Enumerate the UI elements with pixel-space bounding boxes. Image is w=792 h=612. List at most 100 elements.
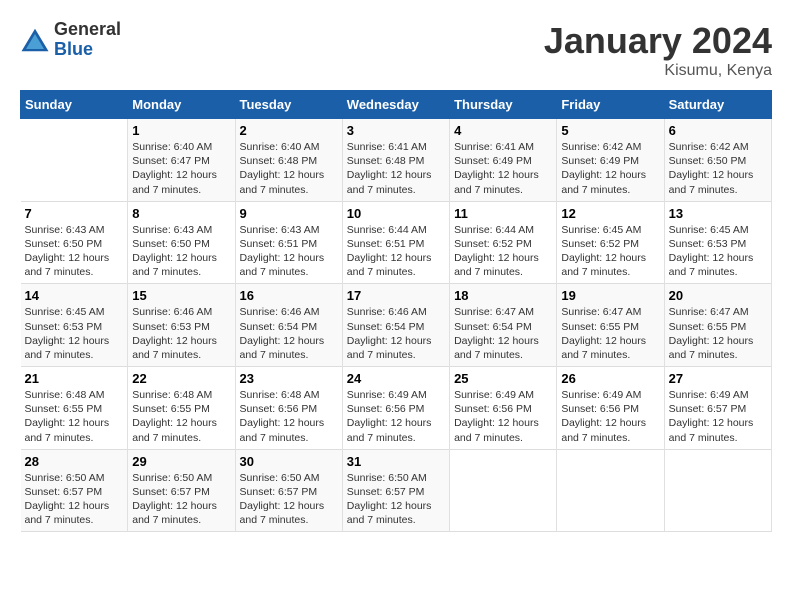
- calendar-cell: 18 Sunrise: 6:47 AM Sunset: 6:54 PM Dayli…: [450, 284, 557, 367]
- header-day-wednesday: Wednesday: [342, 91, 449, 119]
- day-info: Sunrise: 6:43 AM Sunset: 6:51 PM Dayligh…: [240, 223, 338, 280]
- calendar-cell: 15 Sunrise: 6:46 AM Sunset: 6:53 PM Dayli…: [128, 284, 235, 367]
- day-number: 16: [240, 288, 338, 303]
- day-number: 1: [132, 123, 230, 138]
- day-info: Sunrise: 6:49 AM Sunset: 6:56 PM Dayligh…: [454, 388, 552, 445]
- day-info: Sunrise: 6:47 AM Sunset: 6:55 PM Dayligh…: [669, 305, 767, 362]
- calendar-table: SundayMondayTuesdayWednesdayThursdayFrid…: [20, 90, 772, 532]
- calendar-cell: 20 Sunrise: 6:47 AM Sunset: 6:55 PM Dayli…: [664, 284, 771, 367]
- calendar-cell: 11Sunrise: 6:44 AM Sunset: 6:52 PM Dayli…: [450, 201, 557, 284]
- calendar-cell: 30Sunrise: 6:50 AM Sunset: 6:57 PM Dayli…: [235, 449, 342, 532]
- calendar-cell: 14 Sunrise: 6:45 AM Sunset: 6:53 PM Dayli…: [21, 284, 128, 367]
- calendar-cell: 12 Sunrise: 6:45 AM Sunset: 6:52 PM Dayli…: [557, 201, 664, 284]
- day-info: Sunrise: 6:50 AM Sunset: 6:57 PM Dayligh…: [347, 471, 445, 528]
- header-day-saturday: Saturday: [664, 91, 771, 119]
- calendar-cell: 25Sunrise: 6:49 AM Sunset: 6:56 PM Dayli…: [450, 367, 557, 450]
- logo-general: General: [54, 20, 121, 40]
- day-info: Sunrise: 6:49 AM Sunset: 6:56 PM Dayligh…: [561, 388, 659, 445]
- day-number: 7: [25, 206, 124, 221]
- day-info: Sunrise: 6:48 AM Sunset: 6:55 PM Dayligh…: [25, 388, 124, 445]
- page-header: General Blue January 2024 Kisumu, Kenya: [20, 20, 772, 80]
- day-info: Sunrise: 6:42 AM Sunset: 6:49 PM Dayligh…: [561, 140, 659, 197]
- day-info: Sunrise: 6:40 AM Sunset: 6:48 PM Dayligh…: [240, 140, 338, 197]
- logo-text: General Blue: [54, 20, 121, 60]
- day-number: 27: [669, 371, 767, 386]
- day-info: Sunrise: 6:48 AM Sunset: 6:55 PM Dayligh…: [132, 388, 230, 445]
- day-number: 19: [561, 288, 659, 303]
- day-number: 22: [132, 371, 230, 386]
- day-number: 29: [132, 454, 230, 469]
- calendar-cell: 24 Sunrise: 6:49 AM Sunset: 6:56 PM Dayli…: [342, 367, 449, 450]
- day-number: 17: [347, 288, 445, 303]
- calendar-cell: 16 Sunrise: 6:46 AM Sunset: 6:54 PM Dayli…: [235, 284, 342, 367]
- calendar-week-3: 14 Sunrise: 6:45 AM Sunset: 6:53 PM Dayli…: [21, 284, 772, 367]
- day-info: Sunrise: 6:42 AM Sunset: 6:50 PM Dayligh…: [669, 140, 767, 197]
- day-info: Sunrise: 6:49 AM Sunset: 6:56 PM Dayligh…: [347, 388, 445, 445]
- calendar-cell: 3Sunrise: 6:41 AM Sunset: 6:48 PM Daylig…: [342, 119, 449, 202]
- header-day-tuesday: Tuesday: [235, 91, 342, 119]
- calendar-cell: [664, 449, 771, 532]
- day-info: Sunrise: 6:50 AM Sunset: 6:57 PM Dayligh…: [132, 471, 230, 528]
- day-info: Sunrise: 6:45 AM Sunset: 6:53 PM Dayligh…: [669, 223, 767, 280]
- title-area: January 2024 Kisumu, Kenya: [544, 20, 772, 80]
- header-day-thursday: Thursday: [450, 91, 557, 119]
- day-info: Sunrise: 6:50 AM Sunset: 6:57 PM Dayligh…: [25, 471, 124, 528]
- calendar-cell: 2 Sunrise: 6:40 AM Sunset: 6:48 PM Daylig…: [235, 119, 342, 202]
- header-row: SundayMondayTuesdayWednesdayThursdayFrid…: [21, 91, 772, 119]
- day-number: 10: [347, 206, 445, 221]
- logo: General Blue: [20, 20, 121, 60]
- day-number: 12: [561, 206, 659, 221]
- calendar-cell: 10 Sunrise: 6:44 AM Sunset: 6:51 PM Dayli…: [342, 201, 449, 284]
- calendar-week-1: 1 Sunrise: 6:40 AM Sunset: 6:47 PM Daylig…: [21, 119, 772, 202]
- day-number: 26: [561, 371, 659, 386]
- day-number: 13: [669, 206, 767, 221]
- day-number: 18: [454, 288, 552, 303]
- calendar-cell: 9Sunrise: 6:43 AM Sunset: 6:51 PM Daylig…: [235, 201, 342, 284]
- calendar-header: SundayMondayTuesdayWednesdayThursdayFrid…: [21, 91, 772, 119]
- day-info: Sunrise: 6:43 AM Sunset: 6:50 PM Dayligh…: [25, 223, 124, 280]
- day-info: Sunrise: 6:49 AM Sunset: 6:57 PM Dayligh…: [669, 388, 767, 445]
- day-number: 14: [25, 288, 124, 303]
- calendar-cell: 27 Sunrise: 6:49 AM Sunset: 6:57 PM Dayli…: [664, 367, 771, 450]
- calendar-cell: 31 Sunrise: 6:50 AM Sunset: 6:57 PM Dayli…: [342, 449, 449, 532]
- day-number: 5: [561, 123, 659, 138]
- day-number: 21: [25, 371, 124, 386]
- header-day-sunday: Sunday: [21, 91, 128, 119]
- day-info: Sunrise: 6:45 AM Sunset: 6:53 PM Dayligh…: [25, 305, 124, 362]
- calendar-week-4: 21 Sunrise: 6:48 AM Sunset: 6:55 PM Dayli…: [21, 367, 772, 450]
- month-title: January 2024: [544, 20, 772, 62]
- day-number: 31: [347, 454, 445, 469]
- day-number: 4: [454, 123, 552, 138]
- day-number: 20: [669, 288, 767, 303]
- day-number: 6: [669, 123, 767, 138]
- calendar-cell: 22 Sunrise: 6:48 AM Sunset: 6:55 PM Dayli…: [128, 367, 235, 450]
- day-number: 15: [132, 288, 230, 303]
- day-info: Sunrise: 6:43 AM Sunset: 6:50 PM Dayligh…: [132, 223, 230, 280]
- calendar-cell: [450, 449, 557, 532]
- calendar-cell: 19Sunrise: 6:47 AM Sunset: 6:55 PM Dayli…: [557, 284, 664, 367]
- day-info: Sunrise: 6:46 AM Sunset: 6:54 PM Dayligh…: [240, 305, 338, 362]
- day-number: 2: [240, 123, 338, 138]
- day-number: 11: [454, 206, 552, 221]
- location: Kisumu, Kenya: [544, 62, 772, 80]
- calendar-week-2: 7 Sunrise: 6:43 AM Sunset: 6:50 PM Daylig…: [21, 201, 772, 284]
- day-info: Sunrise: 6:50 AM Sunset: 6:57 PM Dayligh…: [240, 471, 338, 528]
- calendar-cell: 6 Sunrise: 6:42 AM Sunset: 6:50 PM Daylig…: [664, 119, 771, 202]
- day-number: 8: [132, 206, 230, 221]
- calendar-cell: 7 Sunrise: 6:43 AM Sunset: 6:50 PM Daylig…: [21, 201, 128, 284]
- calendar-cell: [557, 449, 664, 532]
- calendar-week-5: 28Sunrise: 6:50 AM Sunset: 6:57 PM Dayli…: [21, 449, 772, 532]
- day-info: Sunrise: 6:41 AM Sunset: 6:48 PM Dayligh…: [347, 140, 445, 197]
- calendar-cell: 26 Sunrise: 6:49 AM Sunset: 6:56 PM Dayli…: [557, 367, 664, 450]
- logo-icon: [20, 25, 50, 55]
- day-number: 24: [347, 371, 445, 386]
- calendar-cell: 13 Sunrise: 6:45 AM Sunset: 6:53 PM Dayli…: [664, 201, 771, 284]
- day-info: Sunrise: 6:47 AM Sunset: 6:54 PM Dayligh…: [454, 305, 552, 362]
- day-info: Sunrise: 6:44 AM Sunset: 6:51 PM Dayligh…: [347, 223, 445, 280]
- day-info: Sunrise: 6:45 AM Sunset: 6:52 PM Dayligh…: [561, 223, 659, 280]
- day-info: Sunrise: 6:40 AM Sunset: 6:47 PM Dayligh…: [132, 140, 230, 197]
- calendar-cell: 4Sunrise: 6:41 AM Sunset: 6:49 PM Daylig…: [450, 119, 557, 202]
- calendar-body: 1 Sunrise: 6:40 AM Sunset: 6:47 PM Daylig…: [21, 119, 772, 532]
- header-day-friday: Friday: [557, 91, 664, 119]
- day-info: Sunrise: 6:46 AM Sunset: 6:53 PM Dayligh…: [132, 305, 230, 362]
